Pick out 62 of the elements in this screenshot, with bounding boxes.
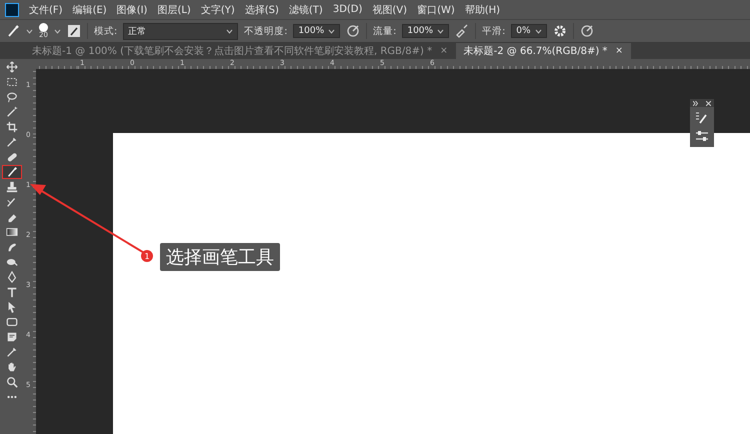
caret-icon [226,28,234,34]
menu-item[interactable]: 帮助(H) [464,2,500,16]
eyedropper-icon [6,136,18,148]
type-tool-icon [6,286,18,298]
brush-icon[interactable] [6,24,20,38]
mode-dropdown[interactable]: 正常 [123,22,238,40]
close-button[interactable]: × [615,46,623,56]
hand-tool-icon [6,361,18,373]
document-tab[interactable]: 未标题-2 @ 66.7%(RGB/8#) * × [456,43,631,59]
menu-item[interactable]: 选择(S) [244,2,279,16]
rounded-rectangle-icon [6,316,18,328]
smoothing-label: 平滑: [482,24,506,38]
app-logo-icon [5,2,19,16]
menu-item[interactable]: 视图(V) [372,2,408,16]
flow-field[interactable]: 100% [402,24,450,38]
caret-icon [54,28,61,34]
pen-tool-icon [6,271,18,283]
finger-icon [6,241,18,253]
arrow-cursor-icon [6,301,18,313]
caret-icon [328,28,336,34]
airbrush-icon[interactable] [455,24,470,38]
menu-item[interactable]: 图像(I) [116,2,148,16]
menu-item[interactable]: 编辑(E) [72,2,107,16]
mode-label: 模式: [94,24,118,38]
gradient-tool-icon [6,226,18,238]
move-tool-icon [6,61,18,73]
zoom-tool-icon [6,376,18,388]
close-button[interactable]: × [440,46,448,56]
eyedropper-icon [6,346,18,358]
close-icon[interactable] [706,100,711,106]
menu-item[interactable]: 文件(F) [29,2,63,16]
settings-icon[interactable] [552,24,567,38]
stamp-tool-icon [6,181,18,193]
brush-settings-icon[interactable] [695,111,709,125]
lasso-tool-icon [6,91,18,103]
menu-item[interactable]: 滤镜(T) [288,2,323,16]
caret-icon [26,28,33,34]
opacity-field[interactable]: 100% [293,24,340,38]
pressure-icon[interactable] [346,24,360,38]
sliders-icon[interactable] [695,129,709,143]
magic-wand-icon [6,106,18,118]
pressure-icon[interactable] [580,24,594,38]
history-brush-icon [6,196,18,208]
crop-tool-icon [6,121,18,133]
menu-item[interactable]: 3D(D) [332,4,362,15]
callout-label: 选择画笔工具 [160,243,280,271]
menu-item[interactable]: 窗口(W) [417,2,455,16]
tool-button[interactable] [2,165,22,179]
brush-panel-icon[interactable] [67,24,81,38]
marquee-tool-icon [6,76,18,88]
brush-tip-preview[interactable] [39,23,48,32]
brush-tool-icon [6,166,18,178]
caret-icon [437,28,444,34]
opacity-label: 不透明度: [244,24,288,38]
menu-item[interactable]: 图层(L) [157,2,191,16]
dodge-tool-icon [6,256,18,268]
collapse-icon[interactable] [693,100,698,106]
flow-label: 流量: [373,24,396,38]
note-icon [6,331,18,343]
caret-icon [534,28,542,34]
menu-item[interactable]: 文字(Y) [200,2,235,16]
smoothing-field[interactable]: 0% [511,24,547,38]
